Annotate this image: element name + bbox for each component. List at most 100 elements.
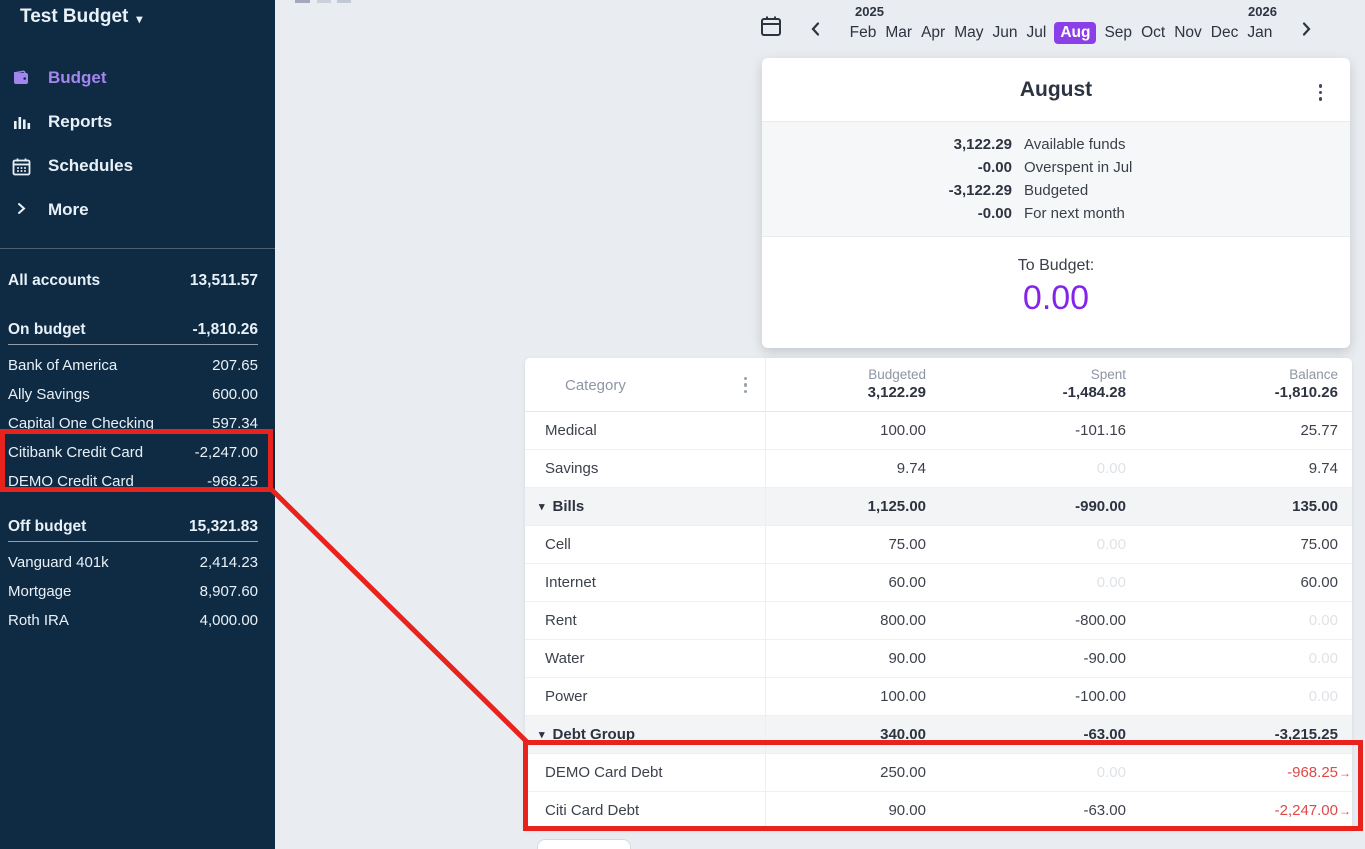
sidebar-item-reports[interactable]: Reports [0, 100, 275, 144]
category-cell[interactable]: Cell [525, 526, 765, 563]
account-row-capital-one-checking[interactable]: Capital One Checking597.34 [8, 409, 258, 438]
month-dec[interactable]: Dec [1210, 22, 1240, 44]
sidebar-item-more[interactable]: More [0, 188, 275, 232]
account-row-demo-credit-card[interactable]: DEMO Credit Card-968.25 [8, 467, 258, 496]
budget-file-menu[interactable]: Test Budget ▾ [0, 0, 275, 28]
account-row-citibank-credit-card[interactable]: Citibank Credit Card-2,247.00 [8, 438, 258, 467]
balance-cell[interactable]: -3,215.25 [1140, 716, 1352, 753]
spent-cell[interactable]: 0.00 [940, 754, 1140, 791]
month-nov[interactable]: Nov [1173, 22, 1203, 44]
balance-cell[interactable]: 75.00 [1140, 526, 1352, 563]
budgeted-cell[interactable]: 9.74 [765, 450, 940, 487]
budgeted-cell[interactable]: 340.00 [765, 716, 940, 753]
add-group-button[interactable] [537, 839, 631, 849]
balance-value: 60.00 [1300, 574, 1338, 591]
month-jan[interactable]: Jan [1246, 22, 1273, 44]
category-cell[interactable]: Power [525, 678, 765, 715]
category-cell[interactable]: Internet [525, 564, 765, 601]
table-row-rent[interactable]: Rent 800.00 -800.000.00 [525, 602, 1352, 640]
table-row-internet[interactable]: Internet60.000.0060.00 [525, 564, 1352, 602]
budgeted-cell[interactable]: 90.00 [765, 640, 940, 677]
collapse-triangle-icon[interactable]: ▾ [539, 728, 545, 741]
month-feb[interactable]: Feb [849, 22, 878, 44]
spent-cell[interactable]: -100.00 [940, 678, 1140, 715]
table-row-demo-card-debt[interactable]: DEMO Card Debt250.000.00-968.25→ [525, 754, 1352, 792]
collapse-triangle-icon[interactable]: ▾ [539, 500, 545, 513]
budgeted-cell[interactable]: 60.00 [765, 564, 940, 601]
balance-cell[interactable]: 0.00 [1140, 602, 1352, 639]
month-menu-kebab-icon[interactable] [1315, 80, 1327, 105]
category-cell[interactable]: ▾Bills [525, 488, 765, 525]
budgeted-cell[interactable]: 100.00 [765, 678, 940, 715]
account-row-vanguard-401k[interactable]: Vanguard 401k2,414.23 [8, 548, 258, 577]
month-jul[interactable]: Jul [1026, 22, 1048, 44]
table-row-medical[interactable]: Medical100.00-101.1625.77 [525, 412, 1352, 450]
month-sep[interactable]: Sep [1103, 22, 1133, 44]
spent-cell[interactable]: -101.16 [940, 412, 1140, 449]
category-cell[interactable]: DEMO Card Debt [525, 754, 765, 791]
budgeted-header-cell[interactable]: Budgeted 3,122.29 [765, 358, 940, 412]
table-row-power[interactable]: Power100.00-100.000.00 [525, 678, 1352, 716]
budgeted-cell[interactable]: 90.00 [765, 792, 940, 829]
table-row-water[interactable]: Water90.00-90.000.00 [525, 640, 1352, 678]
sidebar-item-budget[interactable]: Budget [0, 56, 275, 100]
account-row-mortgage[interactable]: Mortgage8,907.60 [8, 577, 258, 606]
carryover-arrow-icon[interactable]: → [1339, 766, 1351, 780]
account-row-ally-savings[interactable]: Ally Savings600.00 [8, 380, 258, 409]
carryover-arrow-icon[interactable]: → [1339, 804, 1351, 818]
balance-cell[interactable]: 0.00 [1140, 640, 1352, 677]
previous-month-button[interactable] [808, 21, 826, 39]
balance-cell[interactable]: 60.00 [1140, 564, 1352, 601]
month-aug[interactable]: Aug [1054, 22, 1096, 44]
category-cell[interactable]: Medical [525, 412, 765, 449]
table-row-citi-card-debt[interactable]: Citi Card Debt90.00-63.00-2,247.00→ [525, 792, 1352, 830]
balance-cell[interactable]: 0.00 [1140, 678, 1352, 715]
account-total-all[interactable]: All accounts13,511.57 [8, 267, 258, 295]
category-menu-kebab-icon[interactable] [740, 373, 752, 398]
category-cell[interactable]: ▾Debt Group [525, 716, 765, 753]
spent-cell[interactable]: -800.00 [940, 602, 1140, 639]
budgeted-cell[interactable]: 100.00 [765, 412, 940, 449]
spent-cell[interactable]: 0.00 [940, 526, 1140, 563]
sidebar-item-schedules[interactable]: Schedules [0, 144, 275, 188]
budgeted-cell[interactable]: 800.00 [765, 602, 940, 639]
balance-cell[interactable]: -968.25→ [1140, 754, 1352, 791]
budgeted-value: 800.00 [880, 612, 926, 629]
calendar-picker-button[interactable] [760, 15, 782, 42]
month-jun[interactable]: Jun [992, 22, 1019, 44]
balance-cell[interactable]: 25.77 [1140, 412, 1352, 449]
table-row-cell[interactable]: Cell75.000.0075.00 [525, 526, 1352, 564]
table-row-bills[interactable]: ▾Bills1,125.00-990.00135.00 [525, 488, 1352, 526]
account-group-off-budget[interactable]: Off budget15,321.83 [8, 512, 258, 542]
to-budget-value[interactable]: 0.00 [762, 279, 1350, 318]
spent-cell[interactable]: 0.00 [940, 450, 1140, 487]
spent-cell[interactable]: -990.00 [940, 488, 1140, 525]
category-cell[interactable]: Citi Card Debt [525, 792, 765, 829]
table-row-savings[interactable]: Savings9.740.009.74 [525, 450, 1352, 488]
spent-cell[interactable]: -63.00 [940, 716, 1140, 753]
budgeted-cell[interactable]: 1,125.00 [765, 488, 940, 525]
spent-cell[interactable]: -63.00 [940, 792, 1140, 829]
account-row-bank-of-america[interactable]: Bank of America207.65 [8, 351, 258, 380]
month-may[interactable]: May [953, 22, 984, 44]
category-cell[interactable]: Savings [525, 450, 765, 487]
balance-cell[interactable]: 135.00 [1140, 488, 1352, 525]
account-row-roth-ira[interactable]: Roth IRA4,000.00 [8, 606, 258, 635]
account-group-on-budget[interactable]: On budget-1,810.26 [8, 315, 258, 345]
account-balance: -968.25 [207, 473, 258, 490]
month-oct[interactable]: Oct [1140, 22, 1166, 44]
budgeted-cell[interactable]: 75.00 [765, 526, 940, 563]
table-row-debt-group[interactable]: ▾Debt Group340.00-63.00-3,215.25 [525, 716, 1352, 754]
month-apr[interactable]: Apr [920, 22, 946, 44]
next-month-button[interactable] [1298, 21, 1316, 39]
spent-header-cell[interactable]: Spent -1,484.28 [940, 358, 1140, 412]
spent-cell[interactable]: -90.00 [940, 640, 1140, 677]
spent-cell[interactable]: 0.00 [940, 564, 1140, 601]
category-cell[interactable]: Water [525, 640, 765, 677]
category-cell[interactable]: Rent [525, 602, 765, 639]
balance-header-cell[interactable]: Balance -1,810.26 [1140, 358, 1352, 412]
balance-cell[interactable]: 9.74 [1140, 450, 1352, 487]
budgeted-cell[interactable]: 250.00 [765, 754, 940, 791]
balance-cell[interactable]: -2,247.00→ [1140, 792, 1352, 829]
month-mar[interactable]: Mar [884, 22, 913, 44]
